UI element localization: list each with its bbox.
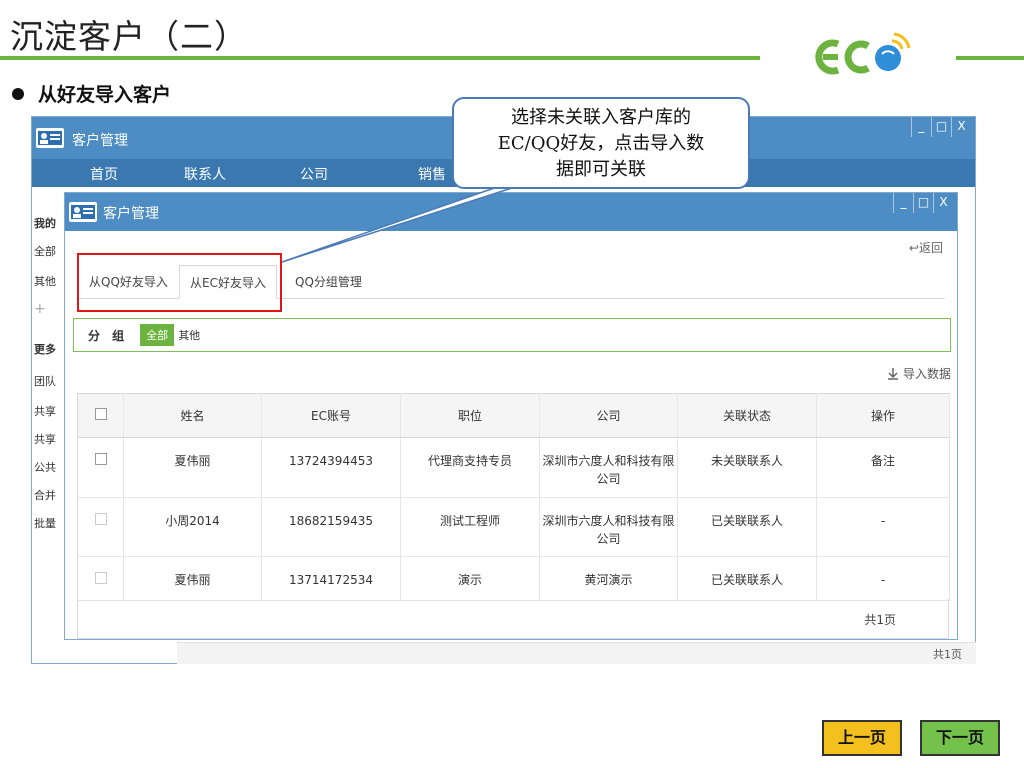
bullet-dot: [12, 87, 24, 100]
cell-name: 夏伟丽: [123, 437, 262, 498]
table-footer: 共1页: [77, 599, 949, 639]
cell-name: 夏伟丽: [123, 556, 262, 601]
col-header-action: 操作: [816, 393, 950, 438]
cell-company: 深圳市六度人和科技有限 公司: [539, 497, 678, 557]
callout-line-2: EC/QQ好友，点击导入数: [497, 133, 705, 154]
callout-box: 选择未关联入客户库的 EC/QQ好友，点击导入数 据即可关联: [452, 97, 750, 189]
nav-company[interactable]: 公司: [300, 164, 328, 184]
row-checkbox[interactable]: [94, 572, 107, 584]
sidebar-item-team[interactable]: 团队: [34, 373, 56, 389]
cell-position: 代理商支持专员: [400, 437, 540, 498]
cell-ec-account: 18682159435: [261, 497, 401, 557]
callout-line-3: 据即可关联: [556, 159, 646, 180]
table-row: 夏伟丽 13724394453 代理商支持专员 深圳市六度人和科技有限 公司 未关…: [77, 437, 950, 498]
next-page-button[interactable]: 下一页: [920, 720, 1000, 756]
sidebar-item-merge[interactable]: 合并: [34, 487, 56, 503]
col-header-company: 公司: [539, 393, 678, 438]
slide-title: 沉淀客户（二）: [10, 17, 248, 56]
tab-qq-groups[interactable]: QQ分组管理: [285, 265, 372, 299]
col-header-ec-account: EC账号: [261, 393, 401, 438]
col-header-position: 职位: [400, 393, 540, 438]
cell-company: 黄河演示: [539, 556, 678, 601]
prev-page-button[interactable]: 上一页: [822, 720, 902, 756]
cell-ec-account: 13714172534: [261, 556, 401, 601]
back-arrow-icon: ↩: [908, 241, 919, 255]
close-button[interactable]: X: [933, 193, 953, 213]
title-rule: [0, 56, 760, 60]
group-filter-bar: 分 组 全部 其他: [73, 318, 951, 352]
cell-status: 未关联联系人: [677, 437, 817, 498]
callout-line-1: 选择未关联入客户库的: [511, 107, 691, 128]
back-sidebar: 我的 全部 其他 + 更多 团队 共享 共享 公共 合并 批量: [32, 187, 64, 663]
back-link[interactable]: ↩返回: [909, 239, 943, 256]
back-page-count: 共1页: [933, 648, 962, 661]
minimize-button[interactable]: _: [893, 193, 913, 213]
table-row: 夏伟丽 13714172534 演示 黄河演示 已关联联系人 -: [77, 556, 950, 601]
row-checkbox[interactable]: [94, 513, 107, 525]
ec-tab-highlight-box: [77, 253, 282, 312]
nav-sales[interactable]: 销售: [418, 164, 446, 184]
ec-logo: [808, 24, 918, 84]
bullet-text: 从好友导入客户: [38, 84, 172, 106]
row-checkbox-cell: [77, 556, 124, 601]
cell-action: -: [816, 497, 950, 557]
cell-action[interactable]: 备注: [816, 437, 950, 498]
front-titlebar: 客户管理 _ □ X: [65, 193, 957, 231]
table-row: 小周2014 18682159435 测试工程师 深圳市六度人和科技有限 公司 已…: [77, 497, 950, 557]
title-rule-right: [956, 56, 1024, 60]
select-all-checkbox[interactable]: [94, 408, 107, 420]
sidebar-item-all[interactable]: 全部: [34, 243, 56, 259]
group-all-button[interactable]: 全部: [140, 324, 175, 346]
group-other-button[interactable]: 其他: [178, 327, 200, 343]
minimize-button[interactable]: _: [911, 117, 931, 137]
sidebar-item-shared-2[interactable]: 共享: [34, 431, 56, 447]
col-header-status: 关联状态: [677, 393, 817, 438]
import-data-button[interactable]: 导入数据: [887, 365, 951, 382]
contacts-icon: [69, 202, 97, 222]
sidebar-add-icon[interactable]: +: [34, 301, 46, 317]
sidebar-item-public[interactable]: 公共: [34, 459, 56, 475]
cell-action: -: [816, 556, 950, 601]
select-all-cell: [77, 393, 124, 438]
sidebar-item-other[interactable]: 其他: [34, 273, 56, 289]
row-checkbox[interactable]: [94, 453, 107, 465]
group-label: 分 组: [88, 328, 129, 343]
row-checkbox-cell: [77, 497, 124, 557]
cell-status: 已关联联系人: [677, 556, 817, 601]
total-pages: 共1页: [864, 613, 896, 627]
sidebar-item-mine[interactable]: 我的: [34, 215, 56, 231]
cell-position: 测试工程师: [400, 497, 540, 557]
front-window-title: 客户管理: [103, 206, 159, 222]
cell-company: 深圳市六度人和科技有限 公司: [539, 437, 678, 498]
close-button[interactable]: X: [951, 117, 971, 137]
back-footer: 共1页: [177, 642, 976, 664]
maximize-button[interactable]: □: [931, 117, 951, 137]
back-window-title: 客户管理: [72, 133, 128, 149]
cell-status: 已关联联系人: [677, 497, 817, 557]
friends-table: 姓名 EC账号 职位 公司 关联状态 操作 夏伟丽 13724394453 代理…: [77, 393, 950, 601]
download-icon: [887, 367, 898, 380]
table-header-row: 姓名 EC账号 职位 公司 关联状态 操作: [77, 393, 950, 438]
sidebar-item-shared-1[interactable]: 共享: [34, 403, 56, 419]
col-header-name: 姓名: [123, 393, 262, 438]
row-checkbox-cell: [77, 437, 124, 498]
nav-contacts[interactable]: 联系人: [184, 164, 226, 184]
cell-ec-account: 13724394453: [261, 437, 401, 498]
maximize-button[interactable]: □: [913, 193, 933, 213]
sidebar-item-more[interactable]: 更多: [34, 341, 56, 357]
contacts-icon: [36, 128, 64, 148]
cell-position: 演示: [400, 556, 540, 601]
cell-name: 小周2014: [123, 497, 262, 557]
nav-home[interactable]: 首页: [90, 164, 118, 184]
sidebar-item-batch[interactable]: 批量: [34, 515, 56, 531]
bullet-item: 从好友导入客户: [12, 80, 171, 107]
